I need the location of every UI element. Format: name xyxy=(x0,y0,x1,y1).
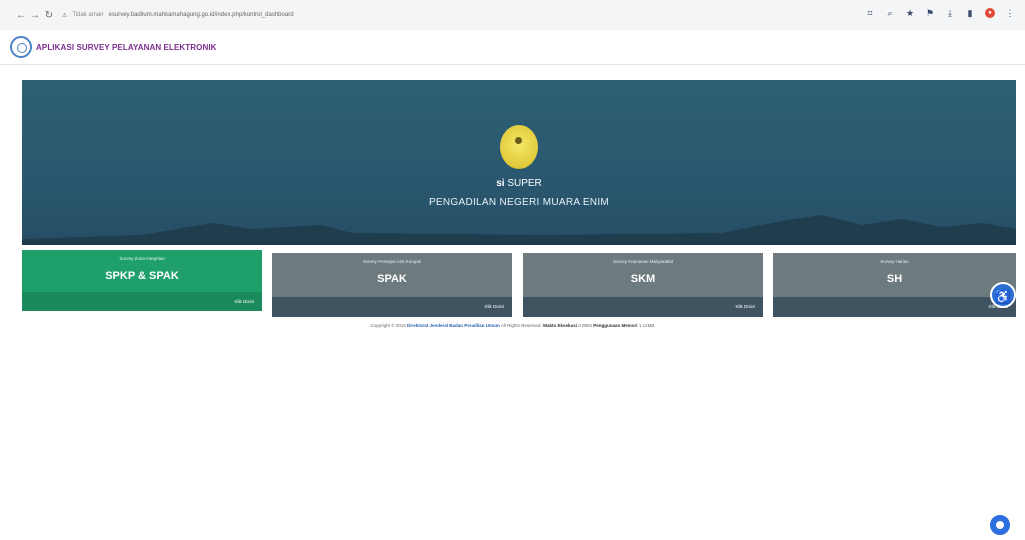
card-name: SPAK xyxy=(377,273,407,285)
reload-icon[interactable]: ↻ xyxy=(42,10,56,21)
card-subtitle: Survey Persepsi Anti Korupsi xyxy=(362,259,422,264)
card-action-link[interactable]: Klik Disini xyxy=(22,292,262,311)
copyright-prefix: Copyright © 2019 xyxy=(370,323,406,328)
sidebar-icon[interactable]: ▮ xyxy=(965,8,975,18)
app-logo[interactable] xyxy=(10,36,32,58)
zoom-icon[interactable]: ⌕ xyxy=(885,8,895,18)
profile-avatar[interactable]: ● xyxy=(985,8,995,18)
brand-prefix: si xyxy=(496,178,505,189)
exec-time-value: 0.0802 xyxy=(578,323,593,328)
card-action-link[interactable]: Klik Disini xyxy=(773,297,1016,317)
card-body: Survey Persepsi Anti Korupsi SPAK xyxy=(272,253,512,297)
translate-icon[interactable]: ⌗ xyxy=(865,8,875,18)
bookmark-star-icon[interactable]: ★ xyxy=(905,8,915,18)
card-subtitle: Survey Kepuasan Masyarakat xyxy=(612,259,674,264)
chat-icon[interactable] xyxy=(987,512,1013,538)
card-name: SPKP & SPAK xyxy=(105,270,179,282)
memory-label: Penggunaan Memori xyxy=(593,323,638,328)
hero-subtitle: PENGADILAN NEGERI MUARA ENIM xyxy=(428,197,610,208)
app-title[interactable]: APLIKASI SURVEY PELAYANAN ELEKTRONIK xyxy=(36,43,217,52)
download-icon[interactable]: ⤓ xyxy=(945,8,955,18)
card-action-link[interactable]: Klik Disini xyxy=(523,297,763,317)
card-name: SKM xyxy=(630,273,656,285)
address-bar[interactable]: ⚠ Tidak aman esurvey.badilum.mahkamahagu… xyxy=(62,12,294,19)
org-link[interactable]: Direktorat Jenderal Badan Peradilan Umum xyxy=(407,323,500,328)
browser-extensions: ⌗ ⌕ ★ ⚑ ⤓ ▮ ● ⋮ xyxy=(865,8,1015,18)
card-body: Survey Kepuasan Masyarakat SKM xyxy=(523,253,763,297)
page-footer: Copyright © 2019 Direktorat Jenderal Bad… xyxy=(0,323,1025,328)
menu-dots-icon[interactable]: ⋮ xyxy=(1005,8,1015,18)
app-header: APLIKASI SURVEY PELAYANAN ELEKTRONIK xyxy=(0,30,1025,65)
exec-time-label: Waktu Eksekusi xyxy=(542,323,577,328)
card-action-link[interactable]: Klik Disini xyxy=(272,297,512,317)
extension-icon[interactable]: ⚑ xyxy=(925,8,935,18)
rock-silhouette xyxy=(22,215,1016,245)
card-spak[interactable]: Survey Persepsi Anti Korupsi SPAK Klik D… xyxy=(272,253,512,317)
hero-banner: si SUPER PENGADILAN NEGERI MUARA ENIM xyxy=(22,80,1016,245)
card-spkp-spak[interactable]: Survey Zona Integritas SPKP & SPAK Klik … xyxy=(22,250,262,311)
card-sh[interactable]: Survey Harian SH Klik Disini xyxy=(773,253,1016,317)
memory-value: 1.12MB xyxy=(638,323,655,328)
card-skm[interactable]: Survey Kepuasan Masyarakat SKM Klik Disi… xyxy=(523,253,763,317)
arrow-right-icon[interactable]: → xyxy=(28,10,42,21)
card-body: Survey Harian SH xyxy=(773,253,1016,297)
accessibility-icon[interactable]: ♿ xyxy=(990,282,1016,308)
brand-name: SUPER xyxy=(507,178,542,189)
arrow-left-icon[interactable]: ← xyxy=(14,10,28,21)
court-emblem xyxy=(500,125,538,169)
warning-icon: ⚠ xyxy=(62,12,68,19)
card-subtitle: Survey Zona Integritas xyxy=(119,256,165,261)
url-text[interactable]: esurvey.badilum.mahkamahagung.go.id/inde… xyxy=(109,12,294,18)
hero-title: si SUPER xyxy=(22,178,1016,189)
security-label: Tidak aman xyxy=(72,12,104,18)
rights-text: All Rights Reserved. xyxy=(500,323,542,328)
card-subtitle: Survey Harian xyxy=(880,259,909,264)
card-body: Survey Zona Integritas SPKP & SPAK xyxy=(22,250,262,292)
browser-toolbar: ← → ↻ ⚠ Tidak aman esurvey.badilum.mahka… xyxy=(0,0,1025,30)
card-name: SH xyxy=(886,273,903,285)
